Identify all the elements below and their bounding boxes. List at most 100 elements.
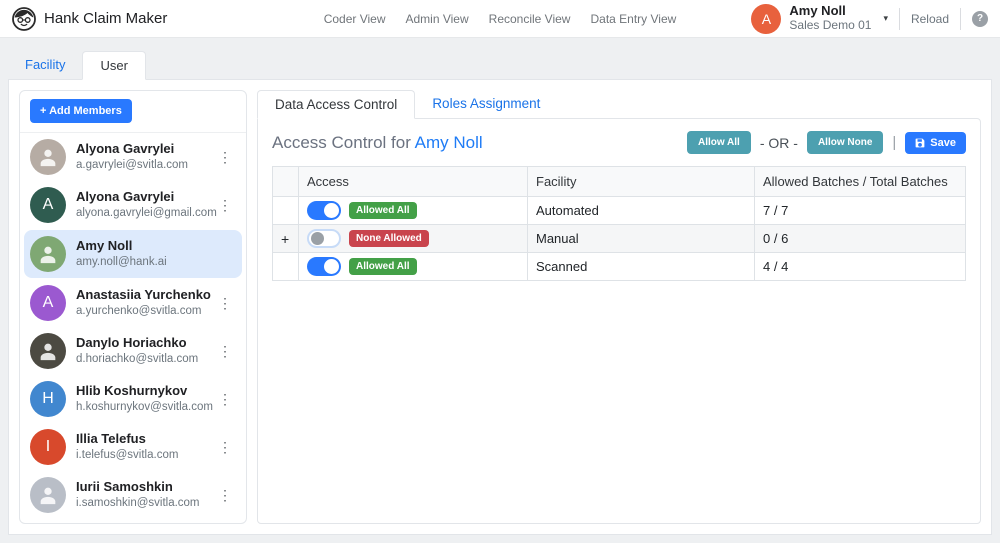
- access-table: Access Facility Allowed Batches / Total …: [272, 166, 966, 281]
- chevron-down-icon: ▾: [883, 13, 888, 23]
- list-item-member[interactable]: A Alyona Gavrylei alyona.gavrylei@gmail.…: [22, 181, 244, 229]
- status-badge: Allowed All: [349, 258, 417, 275]
- member-list: Alyona Gavrylei a.gavrylei@svitla.com ⋮ …: [20, 133, 246, 519]
- kebab-menu-icon[interactable]: ⋮: [214, 295, 236, 312]
- kebab-menu-icon[interactable]: ⋮: [214, 487, 236, 504]
- header-right: A Amy Noll Sales Demo 01 ▾ Reload ?: [751, 3, 988, 34]
- divider: [960, 7, 961, 30]
- column-facility: Facility: [527, 166, 755, 197]
- table-header-row: Access Facility Allowed Batches / Total …: [272, 166, 966, 197]
- app-logo-icon: [12, 6, 36, 31]
- kebab-menu-icon[interactable]: ⋮: [214, 197, 236, 214]
- member-info: Alyona Gavrylei alyona.gavrylei@gmail.co…: [76, 189, 217, 221]
- kebab-menu-icon[interactable]: ⋮: [214, 343, 236, 360]
- list-item-member[interactable]: I Illia Telefus i.telefus@svitla.com ⋮: [22, 423, 244, 471]
- divider: [898, 7, 900, 30]
- kebab-menu-icon[interactable]: ⋮: [214, 391, 236, 408]
- panel-tab-bar: Data Access Control Roles Assignment: [257, 90, 981, 119]
- kebab-menu-icon[interactable]: ⋮: [214, 439, 236, 456]
- member-info: Amy Noll amy.noll@hank.ai: [76, 238, 236, 270]
- row-expander: [272, 252, 299, 281]
- member-info: Alyona Gavrylei a.gavrylei@svitla.com: [76, 141, 204, 173]
- member-email: h.koshurnykov@svitla.com: [76, 400, 213, 413]
- list-item-member[interactable]: Danylo Horiachko d.horiachko@svitla.com …: [22, 327, 244, 375]
- access-toolbar: Allow All - OR - Allow None | Save: [686, 131, 966, 154]
- member-email: a.gavrylei@svitla.com: [76, 158, 189, 171]
- batches-cell: 7 / 7: [754, 196, 966, 225]
- access-cell-wrap: None Allowed: [298, 224, 528, 253]
- user-text: Amy Noll Sales Demo 01: [789, 3, 872, 33]
- app-title: Hank Claim Maker: [44, 10, 168, 27]
- facility-cell: Manual: [527, 224, 755, 253]
- user-name: Amy Noll: [789, 3, 846, 19]
- status-badge: Allowed All: [349, 202, 417, 219]
- member-photo-avatar: [30, 477, 66, 513]
- member-name: Illia Telefus: [76, 431, 146, 447]
- member-name: Hlib Koshurnykov: [76, 383, 188, 399]
- toolbar-divider: |: [892, 134, 897, 151]
- member-info: Illia Telefus i.telefus@svitla.com: [76, 431, 204, 463]
- member-name: Danylo Horiachko: [76, 335, 187, 351]
- allow-all-button[interactable]: Allow All: [686, 131, 751, 154]
- list-item-member-selected[interactable]: Amy Noll amy.noll@hank.ai: [24, 230, 242, 278]
- reload-button[interactable]: Reload: [911, 12, 949, 26]
- tab-facility[interactable]: Facility: [8, 51, 82, 79]
- member-name: Iurii Samoshkin: [76, 479, 173, 495]
- save-label: Save: [930, 136, 956, 149]
- add-members-button[interactable]: + Add Members: [30, 99, 132, 123]
- table-row: + None Allowed Manual 0 / 6: [272, 224, 966, 253]
- tab-data-access-control[interactable]: Data Access Control: [257, 90, 416, 119]
- list-item-member[interactable]: H Hlib Koshurnykov h.koshurnykov@svitla.…: [22, 375, 244, 423]
- nav-admin-view[interactable]: Admin View: [406, 12, 469, 26]
- status-badge: None Allowed: [349, 230, 429, 247]
- list-item-member[interactable]: Alyona Gavrylei a.gavrylei@svitla.com ⋮: [22, 133, 244, 181]
- member-info: Danylo Horiachko d.horiachko@svitla.com: [76, 335, 204, 367]
- member-list-card: + Add Members Alyona Gavrylei a.gavrylei…: [19, 90, 247, 524]
- member-letter-avatar: A: [30, 187, 66, 223]
- member-name: Alyona Gavrylei: [76, 141, 175, 157]
- row-expander-plus[interactable]: +: [272, 224, 299, 253]
- member-email: alyona.gavrylei@gmail.com: [76, 206, 217, 219]
- member-email: i.samoshkin@svitla.com: [76, 496, 200, 509]
- access-toggle-on[interactable]: [307, 257, 341, 276]
- member-info: Hlib Koshurnykov h.koshurnykov@svitla.co…: [76, 383, 213, 415]
- member-info: Iurii Samoshkin i.samoshkin@svitla.com: [76, 479, 204, 511]
- tab-user[interactable]: User: [82, 51, 146, 80]
- member-name: Amy Noll: [76, 238, 133, 254]
- tab-roles-assignment[interactable]: Roles Assignment: [415, 90, 557, 118]
- member-name: Alyona Gavrylei: [76, 189, 175, 205]
- save-icon: [915, 138, 925, 148]
- kebab-menu-icon[interactable]: ⋮: [214, 149, 236, 166]
- table-row: Allowed All Automated 7 / 7: [272, 196, 966, 225]
- nav-reconcile-view[interactable]: Reconcile View: [489, 12, 571, 26]
- brand: Hank Claim Maker: [12, 6, 168, 31]
- user-org: Sales Demo 01: [789, 18, 872, 33]
- access-title-user: Amy Noll: [414, 132, 483, 152]
- page-title: Access Control for Amy Noll: [272, 133, 483, 153]
- tab-content: + Add Members Alyona Gavrylei a.gavrylei…: [8, 79, 992, 535]
- access-title-prefix: Access Control for: [272, 132, 415, 152]
- member-email: amy.noll@hank.ai: [76, 255, 167, 268]
- nav-coder-view[interactable]: Coder View: [324, 12, 386, 26]
- column-access: Access: [298, 166, 528, 197]
- app-header: Hank Claim Maker Coder View Admin View R…: [0, 0, 1000, 38]
- save-button[interactable]: Save: [905, 131, 966, 154]
- table-row: Allowed All Scanned 4 / 4: [272, 252, 966, 281]
- member-name: Anastasiia Yurchenko: [76, 287, 211, 303]
- list-item-member[interactable]: Iurii Samoshkin i.samoshkin@svitla.com ⋮: [22, 471, 244, 519]
- help-icon[interactable]: ?: [972, 10, 988, 27]
- add-members-row: + Add Members: [20, 91, 246, 133]
- access-control-card: Access Control for Amy Noll Allow All - …: [257, 118, 981, 524]
- row-expander: [272, 196, 299, 225]
- user-menu[interactable]: A Amy Noll Sales Demo 01 ▾: [751, 3, 888, 34]
- list-item-member[interactable]: A Anastasiia Yurchenko a.yurchenko@svitl…: [22, 279, 244, 327]
- user-avatar: A: [751, 3, 782, 34]
- access-panel: Data Access Control Roles Assignment Acc…: [257, 90, 981, 524]
- member-letter-avatar: A: [30, 285, 66, 321]
- allow-none-button[interactable]: Allow None: [806, 131, 884, 154]
- member-photo-avatar: [30, 139, 66, 175]
- access-toggle-on[interactable]: [307, 201, 341, 220]
- access-toggle-off[interactable]: [307, 229, 341, 248]
- nav-data-entry-view[interactable]: Data Entry View: [590, 12, 676, 26]
- column-expander: [272, 166, 299, 197]
